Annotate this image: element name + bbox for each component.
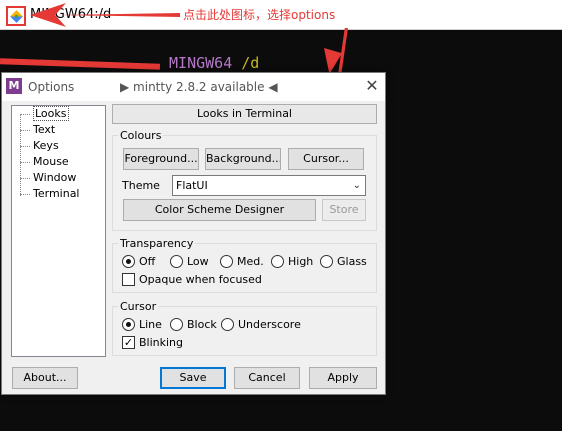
transparency-high-radio[interactable]: High xyxy=(271,254,313,270)
radio-label: High xyxy=(288,255,314,268)
radio-label: Low xyxy=(187,255,209,268)
cursor-colour-button[interactable]: Cursor... xyxy=(288,148,364,170)
radio-icon xyxy=(122,255,135,268)
radio-icon xyxy=(220,255,233,268)
theme-select[interactable]: FlatUI ⌄ xyxy=(172,175,366,196)
tree-item-mouse[interactable]: Mouse xyxy=(20,154,69,170)
options-dialog: M Options ▶ mintty 2.8.2 available ◀ ✕ L… xyxy=(1,72,386,395)
color-scheme-designer-button[interactable]: Color Scheme Designer xyxy=(123,199,316,221)
radio-icon xyxy=(221,318,234,331)
tree-item-label: Mouse xyxy=(33,155,69,168)
cursor-block-radio[interactable]: Block xyxy=(170,317,217,333)
tree-item-looks[interactable]: Looks xyxy=(20,106,69,122)
store-button: Store xyxy=(322,199,366,221)
radio-icon xyxy=(271,255,284,268)
checkbox-label: Blinking xyxy=(139,336,184,349)
transparency-off-radio[interactable]: Off xyxy=(122,254,155,270)
tree-item-keys[interactable]: Keys xyxy=(20,138,59,154)
cursor-line-radio[interactable]: Line xyxy=(122,317,162,333)
chevron-down-icon: ⌄ xyxy=(352,180,361,191)
radio-icon xyxy=(122,318,135,331)
colours-label: Colours xyxy=(118,129,164,142)
dialog-title: Options xyxy=(28,80,75,94)
checkmark-icon: ✓ xyxy=(122,336,135,349)
page-title: Looks in Terminal xyxy=(112,104,377,124)
terminal-prompt-line: MINGW64 /d xyxy=(0,54,259,72)
app-menu-icon[interactable] xyxy=(6,6,26,26)
apply-button[interactable]: Apply xyxy=(309,367,377,389)
radio-label: Off xyxy=(139,255,156,268)
checkbox-label: Opaque when focused xyxy=(139,273,262,286)
radio-icon xyxy=(320,255,333,268)
prompt-host: MINGW64 xyxy=(169,54,233,72)
radio-label: Glass xyxy=(337,255,367,268)
transparency-med-radio[interactable]: Med. xyxy=(220,254,264,270)
tree-item-label: Window xyxy=(33,171,77,184)
cancel-button[interactable]: Cancel xyxy=(234,367,300,389)
tree-item-label: Text xyxy=(33,123,56,136)
radio-label: Med. xyxy=(237,255,264,268)
foreground-button[interactable]: Foreground... xyxy=(123,148,199,170)
radio-icon xyxy=(170,318,183,331)
tree-item-label: Terminal xyxy=(33,187,80,200)
radio-label: Block xyxy=(187,318,217,331)
radio-label: Underscore xyxy=(238,318,301,331)
tree-item-window[interactable]: Window xyxy=(20,170,76,186)
redacted-username xyxy=(0,57,161,70)
tree-item-label: Keys xyxy=(33,139,59,152)
transparency-glass-radio[interactable]: Glass xyxy=(320,254,367,270)
theme-label: Theme xyxy=(122,179,160,192)
theme-value: FlatUI xyxy=(176,179,208,192)
cursor-underscore-radio[interactable]: Underscore xyxy=(221,317,301,333)
background-button[interactable]: Background... xyxy=(205,148,281,170)
about-button[interactable]: About... xyxy=(12,367,78,389)
prompt-path: /d xyxy=(241,54,260,72)
options-tree: Looks Text Keys Mouse Window Terminal xyxy=(11,105,106,357)
annotation-text: 点击此处图标，选择options xyxy=(183,8,336,22)
tree-item-terminal[interactable]: Terminal xyxy=(20,186,80,202)
radio-label: Line xyxy=(139,318,162,331)
transparency-low-radio[interactable]: Low xyxy=(170,254,209,270)
cursor-label: Cursor xyxy=(118,300,159,313)
dot-icon xyxy=(15,15,18,18)
mintty-icon: M xyxy=(6,78,22,94)
opaque-when-focused-checkbox[interactable]: Opaque when focused xyxy=(122,272,262,288)
transparency-label: Transparency xyxy=(118,237,196,250)
tree-item-text[interactable]: Text xyxy=(20,122,55,138)
radio-icon xyxy=(170,255,183,268)
blinking-checkbox[interactable]: ✓ Blinking xyxy=(122,335,183,351)
window-titlebar: MINGW64:/d 点击此处图标，选择options xyxy=(0,0,562,30)
tree-item-label: Looks xyxy=(33,106,69,121)
checkbox-icon xyxy=(122,273,135,286)
close-icon[interactable]: ✕ xyxy=(362,76,382,96)
update-notice[interactable]: ▶ mintty 2.8.2 available ◀ xyxy=(120,80,278,94)
save-button[interactable]: Save xyxy=(160,367,226,389)
dialog-titlebar: M Options ▶ mintty 2.8.2 available ◀ ✕ xyxy=(2,73,385,101)
